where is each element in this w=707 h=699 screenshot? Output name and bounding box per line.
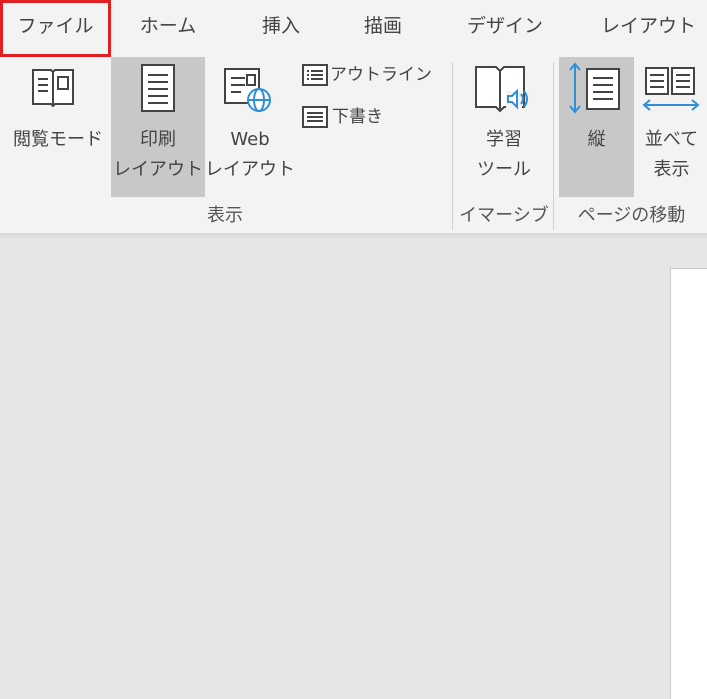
group-label-views: 表示: [207, 205, 243, 226]
draft-button[interactable]: 下書き: [300, 104, 410, 132]
draft-icon: [302, 106, 328, 128]
web-layout-button[interactable]: Web レイアウト: [205, 57, 295, 197]
web-layout-label-2: レイアウト: [205, 159, 295, 180]
ribbon-shadow: [0, 233, 707, 239]
outline-icon: [302, 64, 328, 86]
learning-tools-label-1: 学習: [486, 129, 522, 150]
print-layout-icon: [141, 64, 175, 112]
vertical-scroll-icon: [569, 62, 620, 114]
print-layout-button[interactable]: 印刷 レイアウト: [111, 57, 205, 197]
learning-tools-icon: [475, 66, 528, 113]
tab-insert[interactable]: 挿入: [246, 0, 316, 57]
group-label-page-movement: ページの移動: [577, 205, 686, 226]
draft-label: 下書き: [332, 107, 383, 127]
vertical-label: 縦: [587, 129, 606, 150]
vertical-button[interactable]: 縦: [559, 57, 634, 197]
group-separator: [553, 62, 554, 230]
learning-tools-label-2: ツール: [477, 159, 531, 180]
print-layout-label-2: レイアウト: [113, 159, 203, 180]
side-by-side-label-1: 並べて: [644, 129, 699, 150]
side-by-side-label-2: 表示: [653, 159, 690, 180]
ribbon-tab-bar: ファイル ホーム 挿入 描画 デザイン レイアウト: [0, 0, 707, 57]
outline-label: アウトライン: [330, 65, 432, 85]
tab-design[interactable]: デザイン: [455, 0, 555, 57]
group-separator: [452, 62, 453, 230]
read-mode-button[interactable]: 閲覧モード: [4, 57, 112, 197]
tab-home[interactable]: ホーム: [128, 0, 208, 57]
tab-layout[interactable]: レイアウト: [590, 0, 707, 57]
side-by-side-icon: [642, 67, 700, 111]
learning-tools-button[interactable]: 学習 ツール: [458, 57, 550, 197]
print-layout-label-1: 印刷: [140, 129, 176, 150]
read-mode-icon: [32, 69, 74, 108]
tab-draw[interactable]: 描画: [348, 0, 418, 57]
web-layout-icon: [224, 68, 271, 112]
read-mode-label: 閲覧モード: [13, 129, 103, 150]
side-by-side-button[interactable]: 並べて 表示: [636, 57, 707, 197]
outline-button[interactable]: アウトライン: [300, 62, 442, 90]
document-page[interactable]: [670, 268, 707, 699]
group-label-immersive: イマーシブ: [459, 205, 549, 226]
tab-file[interactable]: ファイル: [0, 0, 111, 57]
web-layout-label-1: Web: [230, 129, 270, 150]
